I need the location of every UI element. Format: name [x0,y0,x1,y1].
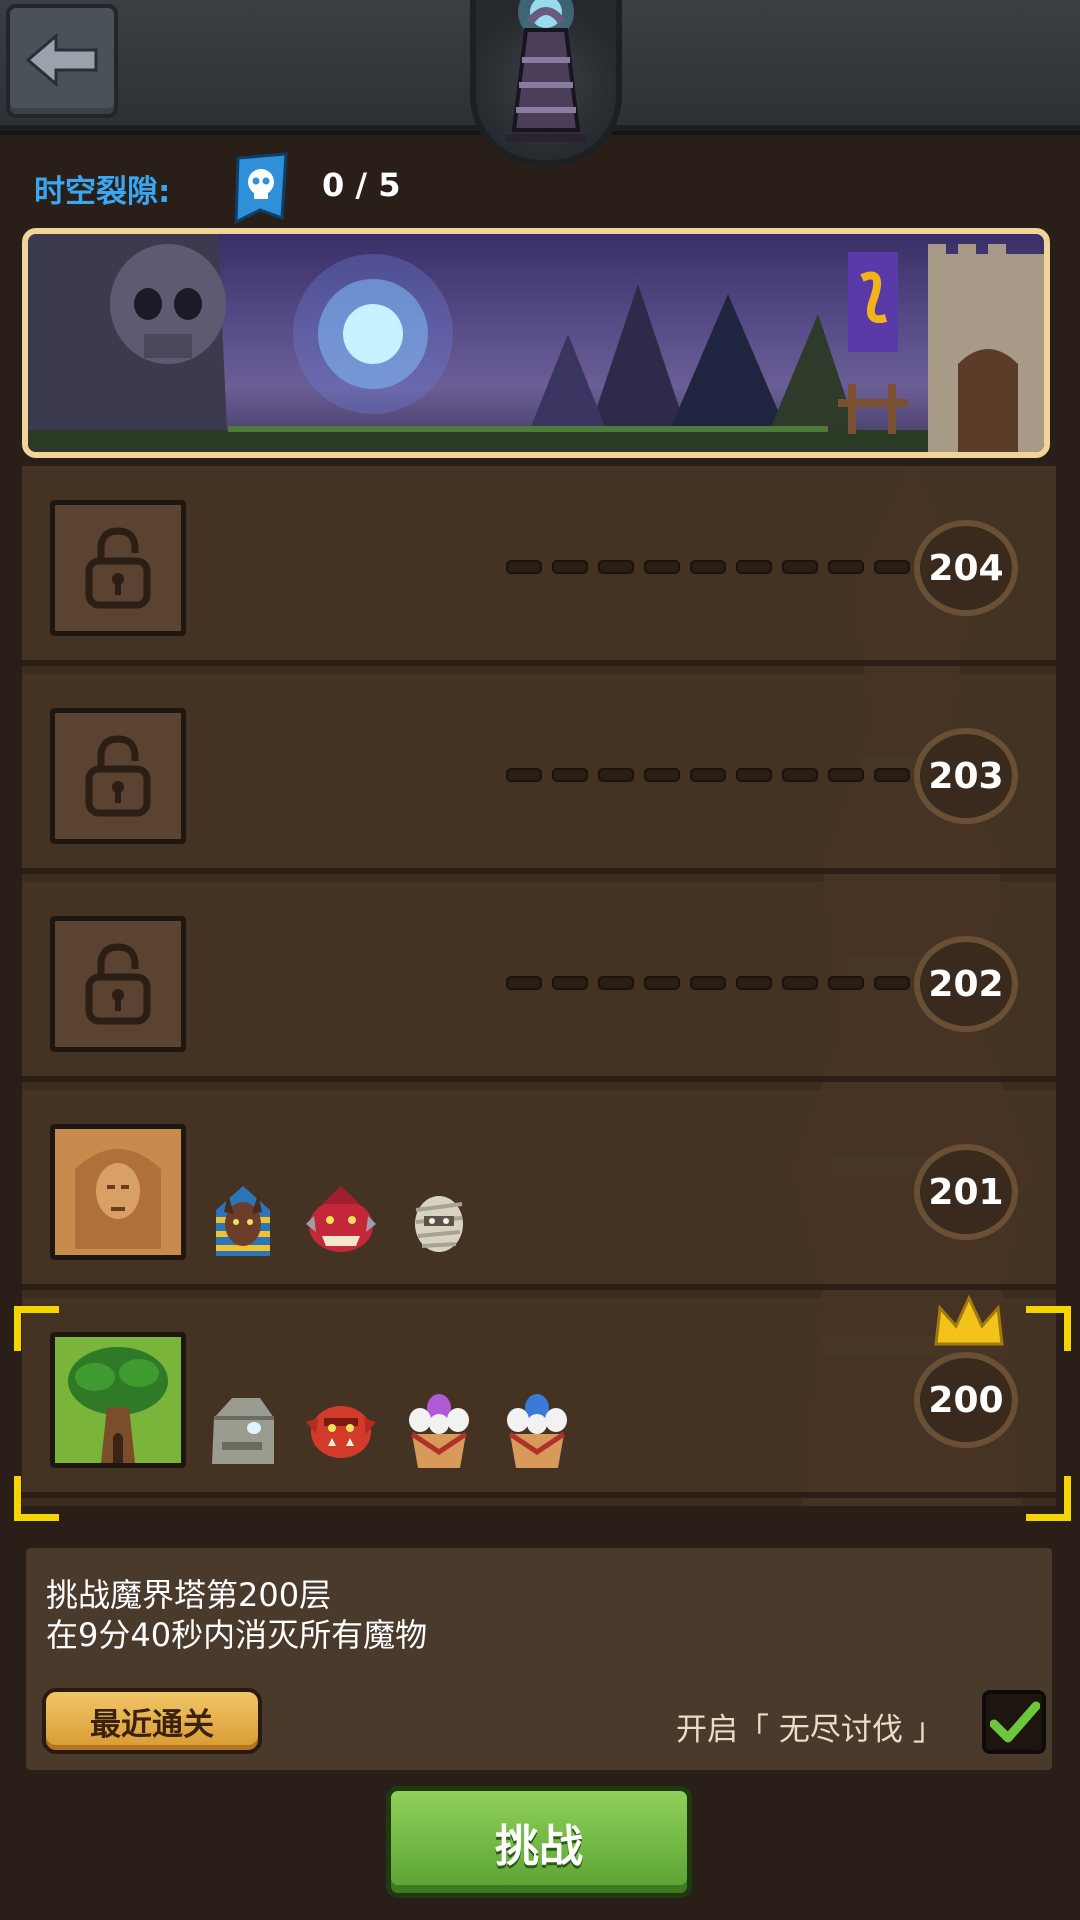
sphinx-stage-thumbnail [50,1124,186,1260]
locked-progress-dashes [482,976,922,992]
level-number-badge: 201 [914,1144,1018,1240]
selection-corner-bl [14,1476,59,1521]
level-row-200[interactable]: 200 [22,1294,1056,1498]
level-row-202[interactable]: 202 [22,882,1056,1082]
locked-progress-dashes [482,560,922,576]
level-number-badge: 204 [914,520,1018,616]
selection-corner-br [1026,1476,1071,1521]
back-button[interactable] [6,4,118,118]
checkmark-icon [990,1701,1040,1743]
demon-tower-icon [470,0,622,166]
recent-clear-button[interactable]: 最近通关 [42,1688,262,1754]
top-bar [0,0,1080,166]
rift-count: 0 / 5 [322,166,401,204]
crown-icon [934,1294,1004,1346]
level-row-204[interactable]: 204 [22,466,1056,666]
mummy-head-icon [415,1196,463,1252]
stone-golem-icon [212,1398,274,1464]
time-limit-description: 在9分40秒内消灭所有魔物 [46,1616,428,1654]
level-row-203[interactable]: 203 [22,674,1056,874]
tree-stage-thumbnail [50,1332,186,1468]
challenge-button[interactable]: 挑战 [386,1786,692,1898]
selection-corner-tr [1026,1306,1071,1351]
level-row-201[interactable]: 201 [22,1090,1056,1290]
purple-crystal-plant-icon [409,1394,469,1468]
red-orc-head-icon [306,1406,376,1458]
blue-crystal-plant-icon [507,1394,567,1468]
lock-icon [50,916,186,1052]
stage-info-panel: 挑战魔界塔第200层 在9分40秒内消灭所有魔物 最近通关 开启「 无尽讨伐 」 [22,1544,1056,1774]
arrow-left-icon [25,32,98,88]
pharaoh-jackal-icon [216,1186,270,1256]
level-number-badge: 203 [914,728,1018,824]
endless-mode-checkbox[interactable] [982,1690,1046,1754]
level-list: 204 203 202 201 200 [22,466,1056,1506]
red-dragon-head-icon [306,1186,376,1252]
level-number-badge: 202 [914,936,1018,1032]
lock-icon [50,500,186,636]
tower-banner [22,228,1050,458]
level-number-badge: 200 [914,1352,1018,1448]
endless-mode-label: 开启「 无尽讨伐 」 [676,1712,944,1748]
rift-portal-scene [28,234,1044,452]
skull-ticket-icon [234,152,288,224]
rift-label: 时空裂隙: [34,174,171,210]
selection-corner-tl [14,1306,59,1351]
lock-icon [50,708,186,844]
locked-progress-dashes [482,768,922,784]
